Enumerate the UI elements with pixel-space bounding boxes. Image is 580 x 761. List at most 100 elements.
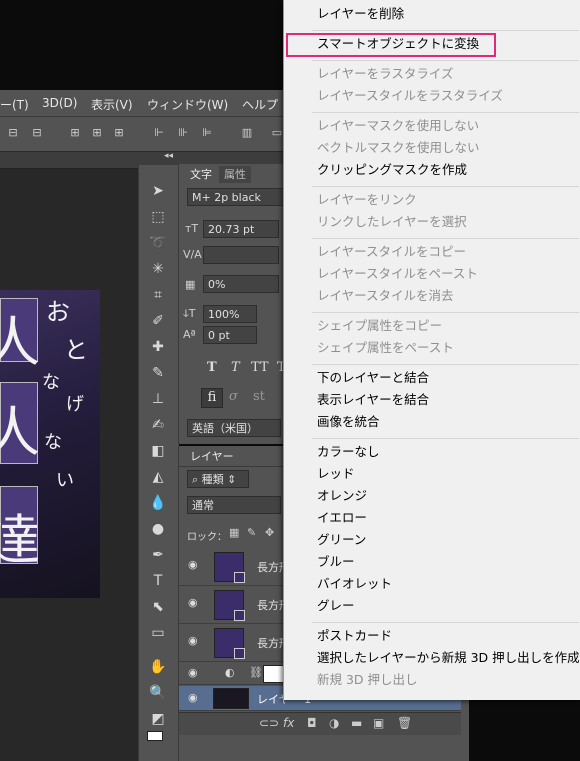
magic-wand-tool-icon[interactable]: ✳ <box>147 259 169 279</box>
blend-mode-select[interactable]: 通常 <box>187 496 281 514</box>
tab-layers[interactable]: レイヤー <box>185 448 239 465</box>
foreground-color-swatch[interactable] <box>147 731 163 741</box>
lasso-tool-icon[interactable]: ➰ <box>147 233 169 253</box>
auto-align-icon[interactable]: ▥ <box>240 126 254 140</box>
crop-tool-icon[interactable]: ⌗ <box>147 285 169 305</box>
faux-bold-button[interactable]: T <box>207 360 217 375</box>
menu-type[interactable]: ー(T) <box>0 96 29 113</box>
collapse-arrows-icon[interactable]: ◂◂ <box>164 151 173 161</box>
ligatures-button[interactable]: fi <box>201 388 223 408</box>
marquee-tool-icon[interactable]: ⬚ <box>147 207 169 227</box>
align-center-icon[interactable]: ⊟ <box>30 126 44 140</box>
context-menu-item: レイヤーをリンク <box>317 192 417 207</box>
font-family-field[interactable]: M+ 2p black <box>187 188 287 206</box>
hand-tool-icon[interactable]: ✋ <box>147 657 169 677</box>
rectangle-tool-icon[interactable]: ▭ <box>147 623 169 643</box>
canvas-char-1: 人 <box>0 311 40 374</box>
baseline-shift-icon: Aª <box>183 328 196 341</box>
all-caps-button[interactable]: TT <box>251 360 269 375</box>
context-menu-item[interactable]: ブルー <box>317 553 355 571</box>
tab-character[interactable]: 文字 <box>185 166 217 183</box>
lock-transparent-icon[interactable]: ▦ <box>229 526 239 539</box>
context-menu-item[interactable]: イエロー <box>317 509 367 527</box>
context-menu-item[interactable]: オレンジ <box>317 487 367 505</box>
layer-mask-thumbnail[interactable] <box>263 665 285 683</box>
menu-3d[interactable]: 3D(D) <box>42 96 77 110</box>
fx-icon[interactable]: fx <box>283 716 294 730</box>
context-menu-item[interactable]: グリーン <box>317 531 366 549</box>
healing-brush-tool-icon[interactable]: ✚ <box>147 337 169 357</box>
canvas-char-2: 人 <box>0 401 40 464</box>
adjustment-icon[interactable]: ◑ <box>329 716 339 730</box>
lock-paint-icon[interactable]: ✎ <box>247 526 256 539</box>
context-menu-item: レイヤースタイルを消去 <box>317 288 454 303</box>
kerning-field[interactable] <box>203 246 279 264</box>
new-layer-icon[interactable]: ▣ <box>373 716 384 730</box>
eyedropper-tool-icon[interactable]: ✐ <box>147 311 169 331</box>
menu-view[interactable]: 表示(V) <box>91 96 133 113</box>
menu-separator <box>312 312 579 313</box>
history-brush-tool-icon[interactable]: ✍ <box>147 415 169 435</box>
link-icon[interactable]: ⊂⊃ <box>259 716 279 730</box>
blur-tool-icon[interactable]: 💧 <box>147 493 169 513</box>
visibility-eye-icon[interactable]: ◉ <box>188 692 202 703</box>
highlight-frame <box>286 33 496 57</box>
visibility-eye-icon[interactable]: ◉ <box>188 667 202 678</box>
visibility-eye-icon[interactable]: ◉ <box>188 559 202 570</box>
menu-window[interactable]: ウィンドウ(W) <box>147 96 228 113</box>
context-menu-item: リンクしたレイヤーを選択 <box>317 214 467 229</box>
visibility-eye-icon[interactable]: ◉ <box>188 597 202 608</box>
mask-icon[interactable]: ◘ <box>307 716 317 730</box>
document-canvas[interactable]: 人 人 達 お と な げ な い <box>0 290 100 598</box>
move-tool-icon[interactable]: ➤ <box>147 181 169 201</box>
vertical-scale-field[interactable]: 100% <box>203 305 257 323</box>
clone-stamp-tool-icon[interactable]: ⊥ <box>147 389 169 409</box>
font-size-field[interactable]: 20.73 pt <box>203 220 279 238</box>
dodge-tool-icon[interactable]: ● <box>147 519 169 539</box>
chain-link-icon[interactable]: ⛓ <box>249 666 263 679</box>
visibility-eye-icon[interactable]: ◉ <box>188 635 202 646</box>
context-menu-item[interactable]: レッド <box>317 465 355 483</box>
context-menu-item[interactable]: グレー <box>317 597 355 615</box>
context-menu-item[interactable]: 表示レイヤーを結合 <box>317 391 429 409</box>
tab-attributes[interactable]: 属性 <box>219 166 251 183</box>
eraser-tool-icon[interactable]: ◧ <box>147 441 169 461</box>
zoom-tool-icon[interactable]: 🔍 <box>147 683 169 703</box>
context-menu-item[interactable]: 画像を統合 <box>317 413 380 431</box>
path-selection-tool-icon[interactable]: ⬉ <box>147 597 169 617</box>
pen-tool-icon[interactable]: ✒ <box>147 545 169 565</box>
brush-tool-icon[interactable]: ✎ <box>147 363 169 383</box>
type-tool-icon[interactable]: T <box>147 571 169 591</box>
baseline-shift-field[interactable]: 0 pt <box>203 326 257 344</box>
lock-move-icon[interactable]: ✥ <box>265 526 274 539</box>
context-menu-item[interactable]: クリッピングマスクを作成 <box>317 161 467 179</box>
swash-button[interactable]: σ <box>229 389 238 404</box>
menu-help[interactable]: ヘルプ <box>242 96 278 113</box>
tracking-field[interactable]: 0% <box>203 275 279 293</box>
language-select[interactable]: 英語（米国） <box>187 419 281 437</box>
filter-kind-select[interactable]: ⌕ 種類 ⇕ <box>187 470 249 488</box>
menu-separator <box>312 60 579 61</box>
3d-mode-icon[interactable]: ▭ <box>270 126 284 140</box>
paint-bucket-tool-icon[interactable]: ◭ <box>147 467 169 487</box>
faux-italic-button[interactable]: T <box>231 360 240 375</box>
distribute-left-icon[interactable]: ⊩ <box>152 126 166 140</box>
context-menu-item[interactable]: バイオレット <box>317 575 392 593</box>
context-menu-item[interactable]: 選択したレイヤーから新規 3D 押し出しを作成 <box>317 649 580 667</box>
context-menu-item[interactable]: 下のレイヤーと結合 <box>317 369 429 387</box>
distribute-top-icon[interactable]: ⊞ <box>68 126 82 140</box>
context-menu-item[interactable]: ポストカード <box>317 627 392 645</box>
distribute-center-icon[interactable]: ⊪ <box>176 126 190 140</box>
distribute-bottom-icon[interactable]: ⊞ <box>112 126 126 140</box>
stylistic-alternates-button[interactable]: st <box>253 389 265 404</box>
distribute-middle-icon[interactable]: ⊞ <box>90 126 104 140</box>
folder-icon[interactable]: ▬ <box>351 716 362 730</box>
context-menu-item[interactable]: レイヤーを削除 <box>317 5 404 23</box>
distribute-right-icon[interactable]: ⊫ <box>200 126 214 140</box>
context-menu-item: レイヤーをラスタライズ <box>317 66 454 81</box>
context-menu-item[interactable]: カラーなし <box>317 443 380 461</box>
color-swatches-icon[interactable]: ◩ <box>147 709 169 729</box>
vertical-text-5: な <box>44 432 62 453</box>
trash-icon[interactable]: 🗑 <box>397 716 412 730</box>
align-left-icon[interactable]: ⊟ <box>6 126 20 140</box>
